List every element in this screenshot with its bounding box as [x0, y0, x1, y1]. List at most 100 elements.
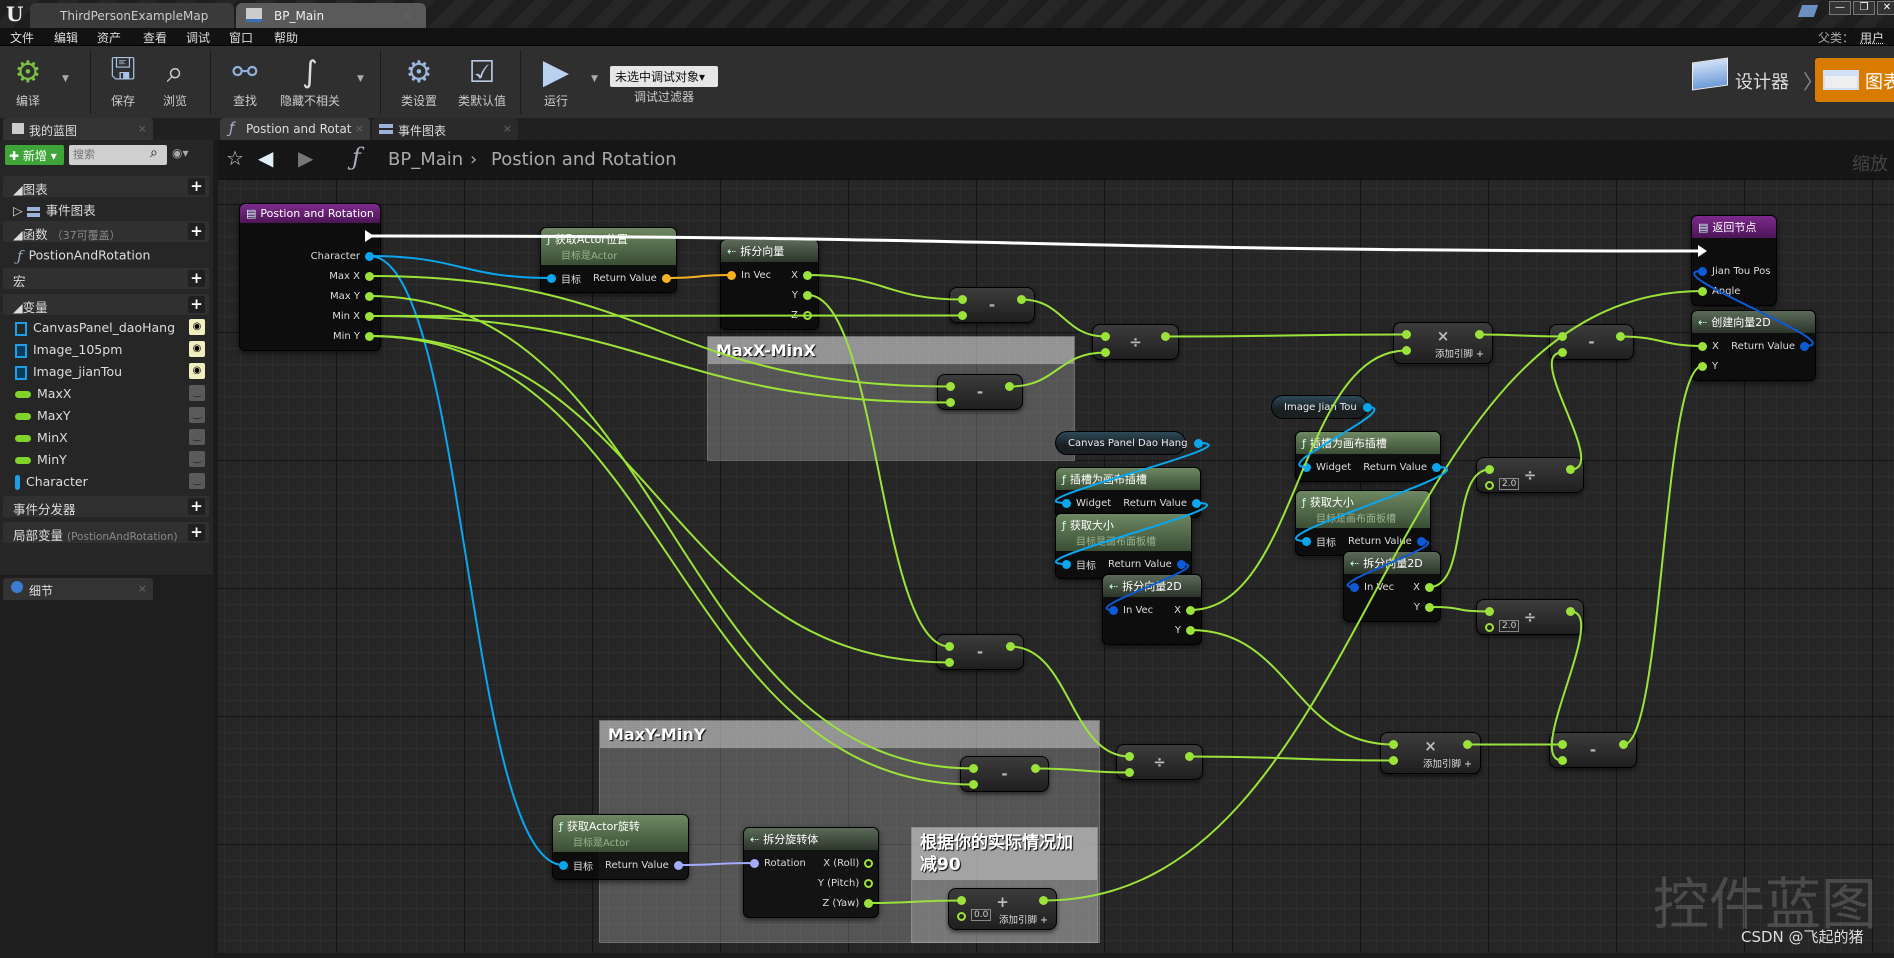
eye-closed-icon[interactable]: ‿: [189, 451, 205, 467]
hide-unrelated-button[interactable]: ∫ 隐藏不相关: [272, 52, 348, 109]
float-pin[interactable]: [1402, 330, 1411, 339]
section-variables[interactable]: ◢变量 +: [3, 294, 209, 315]
learn-icon[interactable]: [1797, 5, 1819, 17]
rotator-pin[interactable]: [673, 860, 683, 870]
vector2d-pin[interactable]: [1109, 605, 1118, 615]
float-pin[interactable]: [1475, 330, 1484, 339]
float-pin[interactable]: [1402, 346, 1411, 355]
menu-asset[interactable]: 资产: [97, 29, 121, 46]
node-split2dL[interactable]: ⇠ 拆分向量2D In Vec X Y: [1102, 574, 1202, 645]
eye-closed-icon[interactable]: ‿: [189, 429, 205, 445]
node-getrot[interactable]: ƒ 获取Actor旋转 目标是Actor 目标 Return Value: [552, 814, 689, 880]
float-pin[interactable]: [1389, 740, 1398, 749]
node-header[interactable]: ƒ 插槽为画布插槽: [1056, 468, 1200, 490]
float-pin[interactable]: [1619, 740, 1628, 749]
variable-getter-node[interactable]: Canvas Panel Dao Hang: [1055, 431, 1203, 455]
float-pin[interactable]: [1425, 602, 1434, 612]
variable-item[interactable]: Image_105pm ◉: [3, 339, 209, 360]
rotator-pin[interactable]: [750, 858, 759, 868]
minimize-button[interactable]: —: [1829, 1, 1851, 15]
eye-open-icon[interactable]: ◉: [189, 319, 205, 335]
float-pin[interactable]: [1125, 752, 1134, 761]
variable-item[interactable]: MaxY ‿: [3, 405, 209, 426]
object-pin[interactable]: [365, 251, 374, 261]
float-pin[interactable]: [365, 291, 374, 301]
doc-tab-map[interactable]: ThirdPersonExampleMap: [30, 3, 234, 28]
tab-details[interactable]: 细节 ×: [3, 578, 153, 600]
node-header[interactable]: ⇠ 拆分向量2D: [1344, 552, 1440, 574]
node-make2d[interactable]: ⇠ 创建向量2D X Y Return Value: [1691, 310, 1816, 381]
section-event-dispatchers[interactable]: 事件分发器 +: [3, 496, 209, 517]
node-sizeR[interactable]: ƒ 获取大小 目标是画布面板槽 目标 Return Value: [1295, 490, 1431, 556]
restore-button[interactable]: ❐: [1853, 1, 1875, 15]
float-pin[interactable]: [1101, 348, 1110, 357]
float-pin[interactable]: [1485, 623, 1494, 632]
graph-canvas[interactable]: ☆ ◀ ▶ ƒ BP_Main › Postion and Rotation 缩…: [218, 140, 1894, 953]
node-header[interactable]: ⇠ 创建向量2D: [1692, 311, 1815, 333]
float-pin[interactable]: [1698, 341, 1707, 351]
node-header[interactable]: ƒ 获取大小 目标是画布面板槽: [1296, 491, 1430, 528]
node-ret[interactable]: ▤ 返回节点 Jian Tou Pos Angle: [1691, 215, 1777, 306]
float-pin[interactable]: [1186, 605, 1195, 615]
class-settings-button[interactable]: ⚙ 类设置: [391, 52, 447, 109]
operator-node-sub2[interactable]: -: [937, 374, 1023, 410]
vector2d-pin[interactable]: [1800, 341, 1809, 351]
object-pin[interactable]: [1192, 498, 1202, 508]
section-graphs[interactable]: ◢图表 +: [3, 176, 209, 197]
float-pin[interactable]: [1185, 752, 1194, 761]
float-pin[interactable]: [1389, 756, 1398, 765]
exec-pin[interactable]: [365, 230, 374, 242]
menu-edit[interactable]: 编辑: [54, 29, 78, 46]
variable-getter-node[interactable]: Image Jian Tou: [1271, 395, 1372, 419]
vector-pin[interactable]: [661, 273, 671, 283]
compile-button[interactable]: ⚙ 编译: [0, 52, 56, 109]
float-pin[interactable]: [945, 642, 954, 651]
vector-pin[interactable]: [727, 270, 736, 280]
class-defaults-button[interactable]: ☑ 类默认值: [451, 52, 513, 109]
menu-debug[interactable]: 调试: [186, 29, 210, 46]
run-button[interactable]: ▶ 运行: [528, 52, 584, 109]
node-slotL[interactable]: ƒ 插槽为画布插槽 Widget Return Value: [1055, 467, 1202, 518]
literal-value-input[interactable]: 0.0: [971, 909, 992, 921]
operator-node-sub3[interactable]: -: [1549, 324, 1634, 360]
find-button[interactable]: ⚯ 查找: [217, 52, 273, 109]
visibility-eye-icon[interactable]: ◉▾: [172, 146, 189, 160]
operator-node-div1[interactable]: ÷: [1092, 324, 1179, 360]
close-icon[interactable]: ×: [503, 122, 512, 135]
node-getloc[interactable]: ƒ 获取Actor位置 目标是Actor 目标 Return Value: [540, 227, 677, 293]
add-macro-button[interactable]: +: [188, 270, 205, 287]
section-functions[interactable]: ◢函数 （37可覆盖） +: [3, 221, 209, 242]
close-icon[interactable]: ×: [403, 9, 412, 22]
operator-node-add[interactable]: +0.0 添加引脚 +: [948, 888, 1057, 930]
close-window-button[interactable]: ✕: [1877, 1, 1894, 15]
exec-pin[interactable]: [1698, 245, 1707, 257]
node-header[interactable]: ƒ 获取Actor位置 目标是Actor: [541, 228, 676, 265]
add-local-variable-button[interactable]: +: [188, 524, 205, 541]
add-function-button[interactable]: +: [188, 223, 205, 240]
close-icon[interactable]: ×: [355, 122, 364, 135]
object-pin[interactable]: [1193, 438, 1203, 448]
object-pin[interactable]: [1362, 402, 1372, 412]
variable-item[interactable]: MaxX ‿: [3, 383, 209, 404]
add-variable-button[interactable]: +: [188, 296, 205, 313]
variable-item[interactable]: MinY ‿: [3, 449, 209, 470]
eye-open-icon[interactable]: ◉: [189, 341, 205, 357]
literal-value-input[interactable]: 2.0: [1499, 478, 1520, 490]
designer-button[interactable]: 设计器: [1735, 68, 1789, 94]
section-local-variables[interactable]: 局部变量 (PostionAndRotation) +: [3, 522, 209, 543]
comment-title[interactable]: MaxX-MinX: [708, 337, 1074, 364]
node-header[interactable]: ▤ 返回节点: [1692, 216, 1776, 238]
float-pin[interactable]: [946, 398, 955, 407]
float-pin[interactable]: [1005, 382, 1014, 391]
eye-closed-icon[interactable]: ‿: [189, 407, 205, 423]
float-pin[interactable]: [1101, 332, 1110, 341]
operator-node-div2[interactable]: ÷: [1116, 744, 1203, 780]
float-pin[interactable]: [803, 270, 812, 280]
operator-node-divTop[interactable]: ÷ 2.0: [1476, 457, 1584, 493]
float-pin[interactable]: [958, 295, 967, 304]
float-pin[interactable]: [1698, 361, 1707, 371]
node-entry[interactable]: ▤ Postion and Rotation Character Max X Max Y…: [239, 203, 381, 351]
variable-item[interactable]: Character ‿: [3, 471, 209, 492]
eye-closed-icon[interactable]: ‿: [189, 473, 205, 489]
tab-function-graph[interactable]: ƒ Postion and Rotat ×: [220, 118, 370, 140]
